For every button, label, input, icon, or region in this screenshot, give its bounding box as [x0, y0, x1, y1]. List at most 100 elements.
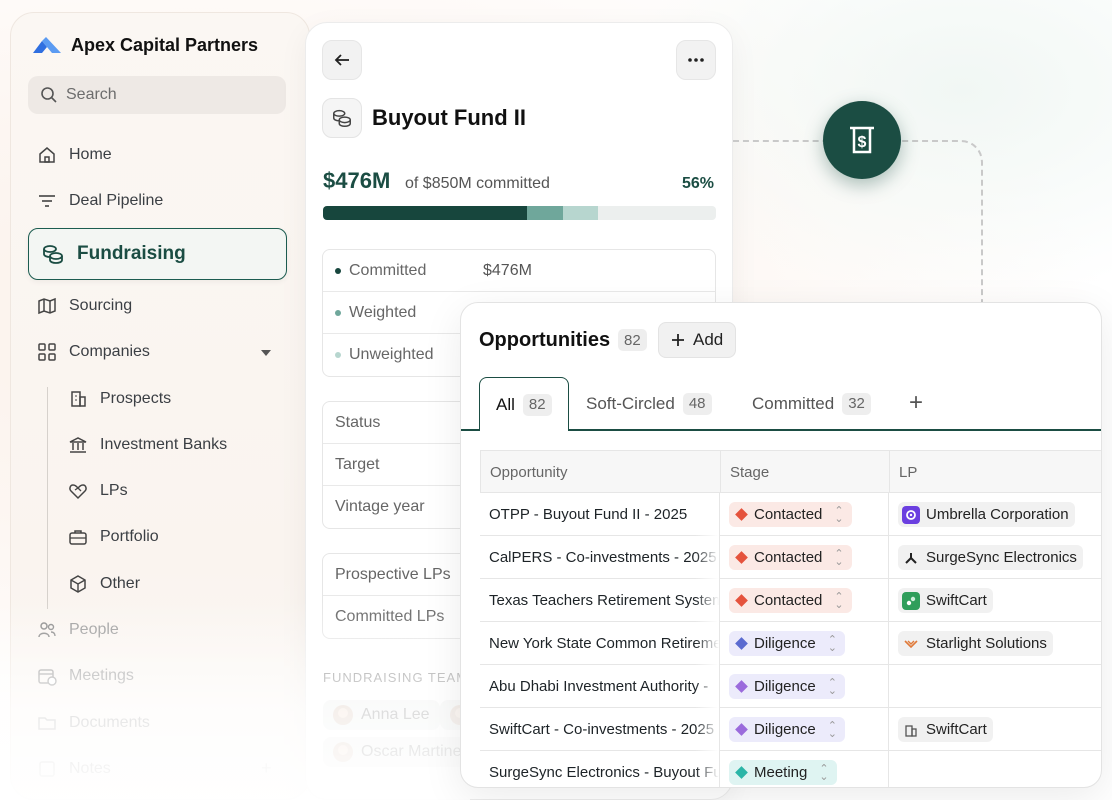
- team-member-chip[interactable]: Oscar Martinez: [323, 737, 480, 767]
- legend-dot: [335, 309, 341, 316]
- lp-chip[interactable]: SwiftCart: [898, 588, 993, 613]
- sidebar-item-companies[interactable]: Companies: [37, 342, 150, 362]
- brand-name: Apex Capital Partners: [71, 35, 259, 55]
- search-input[interactable]: Search: [28, 76, 286, 114]
- swiftcart-logo-icon: [902, 591, 920, 610]
- tab-committed[interactable]: Committed 32: [736, 377, 887, 430]
- table-row[interactable]: OTPP - Buyout Fund II - 2025 Contacted ⌃ ⌄…: [480, 493, 1101, 536]
- stage-label: Diligence: [754, 721, 816, 738]
- add-opportunity-button[interactable]: Add: [658, 322, 737, 358]
- sidebar-item-sourcing[interactable]: Sourcing: [37, 296, 132, 316]
- coins-icon: [43, 245, 63, 264]
- sidebar-item-documents[interactable]: Documents: [37, 713, 150, 733]
- stage-badge[interactable]: Contacted ⌃ ⌄: [729, 545, 852, 570]
- stage-badge[interactable]: Diligence ⌃ ⌄: [729, 717, 845, 742]
- sort-updown-icon: ⌃ ⌄: [819, 762, 829, 783]
- opportunity-name-text: Texas Teachers Retirement System: [489, 592, 719, 609]
- sidebar-item-people[interactable]: People: [37, 620, 119, 640]
- column-divider: [889, 451, 890, 492]
- lp-chip[interactable]: SurgeSync Electronics: [898, 545, 1083, 570]
- opportunity-name: SwiftCart - Co-investments - 2025: [489, 708, 719, 751]
- lp-cell[interactable]: SurgeSync Electronics: [898, 536, 1098, 579]
- chevron-down-icon[interactable]: [261, 350, 271, 356]
- stat-row-committed: Committed $476M: [323, 250, 715, 292]
- sidebar-item-meetings[interactable]: Meetings: [37, 666, 134, 686]
- stage-cell[interactable]: Contacted ⌃ ⌄: [729, 579, 889, 622]
- lp-chip[interactable]: Umbrella Corporation: [898, 502, 1075, 527]
- opportunity-name: Abu Dhabi Investment Authority -: [489, 665, 719, 708]
- bank-icon: [69, 437, 87, 453]
- table-row[interactable]: SurgeSync Electronics - Buyout Fund Meet…: [480, 751, 1101, 787]
- stage-cell[interactable]: Meeting ⌃ ⌄: [729, 751, 889, 787]
- stage-label: Diligence: [754, 635, 816, 652]
- tab-soft-circled[interactable]: Soft-Circled 48: [570, 377, 728, 430]
- table-row[interactable]: New York State Common Retirement Diligen…: [480, 622, 1101, 665]
- stage-badge[interactable]: Contacted ⌃ ⌄: [729, 588, 852, 613]
- stage-diamond-icon: [735, 766, 748, 779]
- lp-cell[interactable]: [898, 751, 1098, 787]
- sidebar-item-label: Prospects: [100, 390, 172, 407]
- stage-cell[interactable]: Diligence ⌃ ⌄: [729, 665, 889, 708]
- stage-cell[interactable]: Contacted ⌃ ⌄: [729, 536, 889, 579]
- sort-updown-icon: ⌃ ⌄: [827, 719, 837, 740]
- committed-percent: 56%: [681, 175, 714, 192]
- opportunity-name: Texas Teachers Retirement System: [489, 579, 719, 622]
- sidebar-item-label: Fundraising: [77, 243, 186, 264]
- sidebar-item-fundraising[interactable]: Fundraising: [28, 228, 287, 280]
- legend-dot: [335, 352, 341, 358]
- stage-badge[interactable]: Diligence ⌃ ⌄: [729, 674, 845, 699]
- lp-chip[interactable]: SwiftCart: [898, 717, 993, 742]
- stage-badge[interactable]: Meeting ⌃ ⌄: [729, 760, 837, 785]
- team-member-chip[interactable]: Anna Lee: [323, 700, 440, 730]
- lp-cell[interactable]: [898, 665, 1098, 708]
- table-row[interactable]: Texas Teachers Retirement System Contact…: [480, 579, 1101, 622]
- tab-count-badge: 82: [522, 393, 552, 416]
- lp-cell[interactable]: Umbrella Corporation: [898, 493, 1098, 536]
- stage-badge[interactable]: Diligence ⌃ ⌄: [729, 631, 845, 656]
- sidebar-item-portfolio[interactable]: Portfolio: [68, 527, 159, 547]
- sidebar-item-home[interactable]: Home: [37, 145, 112, 165]
- add-note-icon[interactable]: +: [261, 758, 272, 779]
- tab-label: Committed: [752, 393, 835, 413]
- add-tab-button[interactable]: +: [909, 389, 923, 417]
- tab-all[interactable]: All 82: [479, 377, 569, 431]
- lp-cell[interactable]: Starlight Solutions: [898, 622, 1098, 665]
- more-icon: [688, 58, 704, 62]
- sidebar-item-lps[interactable]: LPs: [68, 481, 128, 501]
- stat-label: Unweighted: [349, 346, 434, 363]
- sidebar-item-label: Sourcing: [69, 297, 133, 314]
- filter-icon: [39, 195, 55, 207]
- column-header-lp[interactable]: LP: [899, 451, 1099, 494]
- fund-icon: [322, 98, 362, 138]
- fundraising-progress-bar: [323, 206, 716, 220]
- starlight-logo-icon: [902, 635, 920, 653]
- sidebar-item-deal-pipeline[interactable]: Deal Pipeline: [37, 191, 163, 211]
- lp-name: SwiftCart: [926, 721, 987, 738]
- lp-cell[interactable]: SwiftCart: [898, 708, 1098, 751]
- table-row[interactable]: SwiftCart - Co-investments - 2025 Dilige…: [480, 708, 1101, 751]
- stage-cell[interactable]: Contacted ⌃ ⌄: [729, 493, 889, 536]
- stage-cell[interactable]: Diligence ⌃ ⌄: [729, 708, 889, 751]
- column-header-opportunity[interactable]: Opportunity: [490, 451, 720, 494]
- table-row[interactable]: Abu Dhabi Investment Authority - Diligen…: [480, 665, 1101, 708]
- lp-chip[interactable]: Starlight Solutions: [898, 631, 1053, 656]
- avatar: [333, 705, 353, 725]
- tab-count-badge: 48: [682, 392, 712, 415]
- column-header-stage[interactable]: Stage: [730, 451, 890, 494]
- lp-cell[interactable]: SwiftCart: [898, 579, 1098, 622]
- sidebar-item-other[interactable]: Other: [68, 574, 140, 594]
- grid-icon: [38, 343, 56, 361]
- lp-summary-label: Committed LPs: [335, 608, 445, 625]
- sidebar-item-investment-banks[interactable]: Investment Banks: [68, 435, 227, 455]
- tab-label: Soft-Circled: [586, 393, 675, 413]
- sidebar-item-notes[interactable]: Notes: [37, 759, 111, 779]
- table-row[interactable]: CalPERS - Co-investments - 2025 Contacte…: [480, 536, 1101, 579]
- back-button[interactable]: [322, 40, 362, 80]
- opportunity-name: OTPP - Buyout Fund II - 2025: [489, 493, 719, 536]
- sidebar-item-label: Meetings: [69, 667, 134, 684]
- stage-badge[interactable]: Contacted ⌃ ⌄: [729, 502, 852, 527]
- stage-cell[interactable]: Diligence ⌃ ⌄: [729, 622, 889, 665]
- more-options-button[interactable]: [676, 40, 716, 80]
- lp-name: Starlight Solutions: [926, 635, 1047, 652]
- sidebar-item-prospects[interactable]: Prospects: [68, 389, 171, 409]
